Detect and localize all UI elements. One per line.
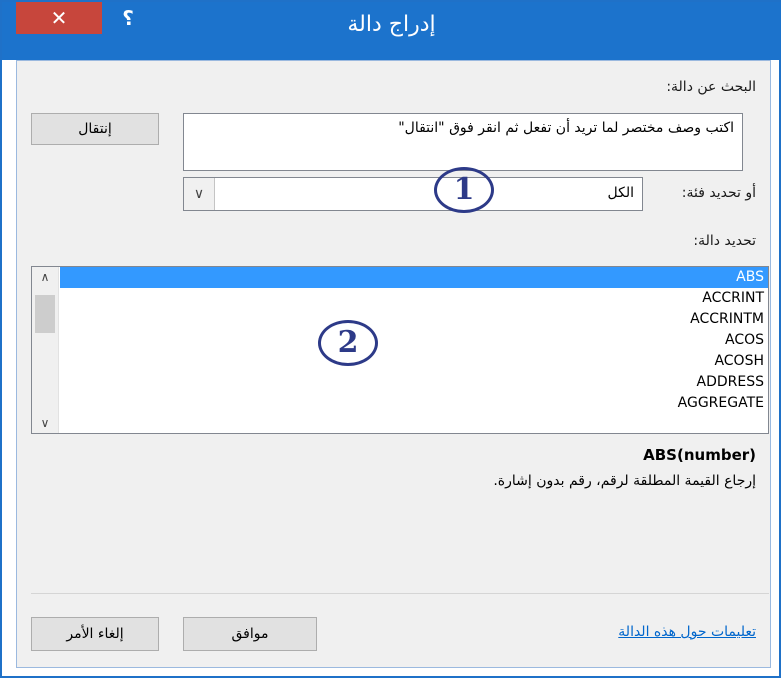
insert-function-dialog: ✕ ؟ إدراج دالة البحث عن دالة: إنتقال اكت… [0,0,781,678]
chevron-down-icon[interactable]: ∨ [32,413,58,433]
list-scrollbar[interactable]: ∧ ∨ [32,267,59,433]
function-syntax: ABS(number) [643,446,756,464]
list-item[interactable]: ABS [60,267,768,288]
annotation-marker-1: 1 [434,167,494,213]
chevron-down-icon[interactable]: ∨ [184,178,215,210]
list-item[interactable]: ACOS [60,330,768,351]
ok-button[interactable]: موافق [183,617,317,651]
title-bar: ✕ ؟ إدراج دالة [2,2,781,60]
category-value: الكل [607,185,635,201]
function-items: ABS ACCRINT ACCRINTM ACOS ACOSH ADDRESS … [60,267,768,414]
function-help-link[interactable]: تعليمات حول هذه الدالة [618,624,756,640]
search-input[interactable]: اكتب وصف مختصر لما تريد أن تفعل ثم انقر … [183,113,743,171]
category-select[interactable]: الكل ∨ [183,177,643,211]
list-item[interactable]: ADDRESS [60,372,768,393]
list-item[interactable]: ACCRINTM [60,309,768,330]
list-item[interactable]: AGGREGATE [60,393,768,414]
select-function-label: تحديد دالة: [693,233,756,249]
dialog-title: إدراج دالة [347,12,436,37]
category-label: أو تحديد فئة: [681,185,756,201]
chevron-up-icon[interactable]: ∧ [32,267,58,287]
function-list[interactable]: ∧ ∨ ABS ACCRINT ACCRINTM ACOS ACOSH ADDR… [31,266,769,434]
go-button[interactable]: إنتقال [31,113,159,145]
function-description: إرجاع القيمة المطلقة لرقم، رقم بدون إشار… [493,473,756,489]
annotation-marker-2: 2 [318,320,378,366]
cancel-button[interactable]: إلغاء الأمر [31,617,159,651]
scroll-thumb[interactable] [35,295,55,333]
list-item[interactable]: ACCRINT [60,288,768,309]
dialog-body: البحث عن دالة: إنتقال اكتب وصف مختصر لما… [16,60,771,668]
list-item[interactable]: ACOSH [60,351,768,372]
divider [31,593,769,594]
search-label: البحث عن دالة: [666,79,756,95]
